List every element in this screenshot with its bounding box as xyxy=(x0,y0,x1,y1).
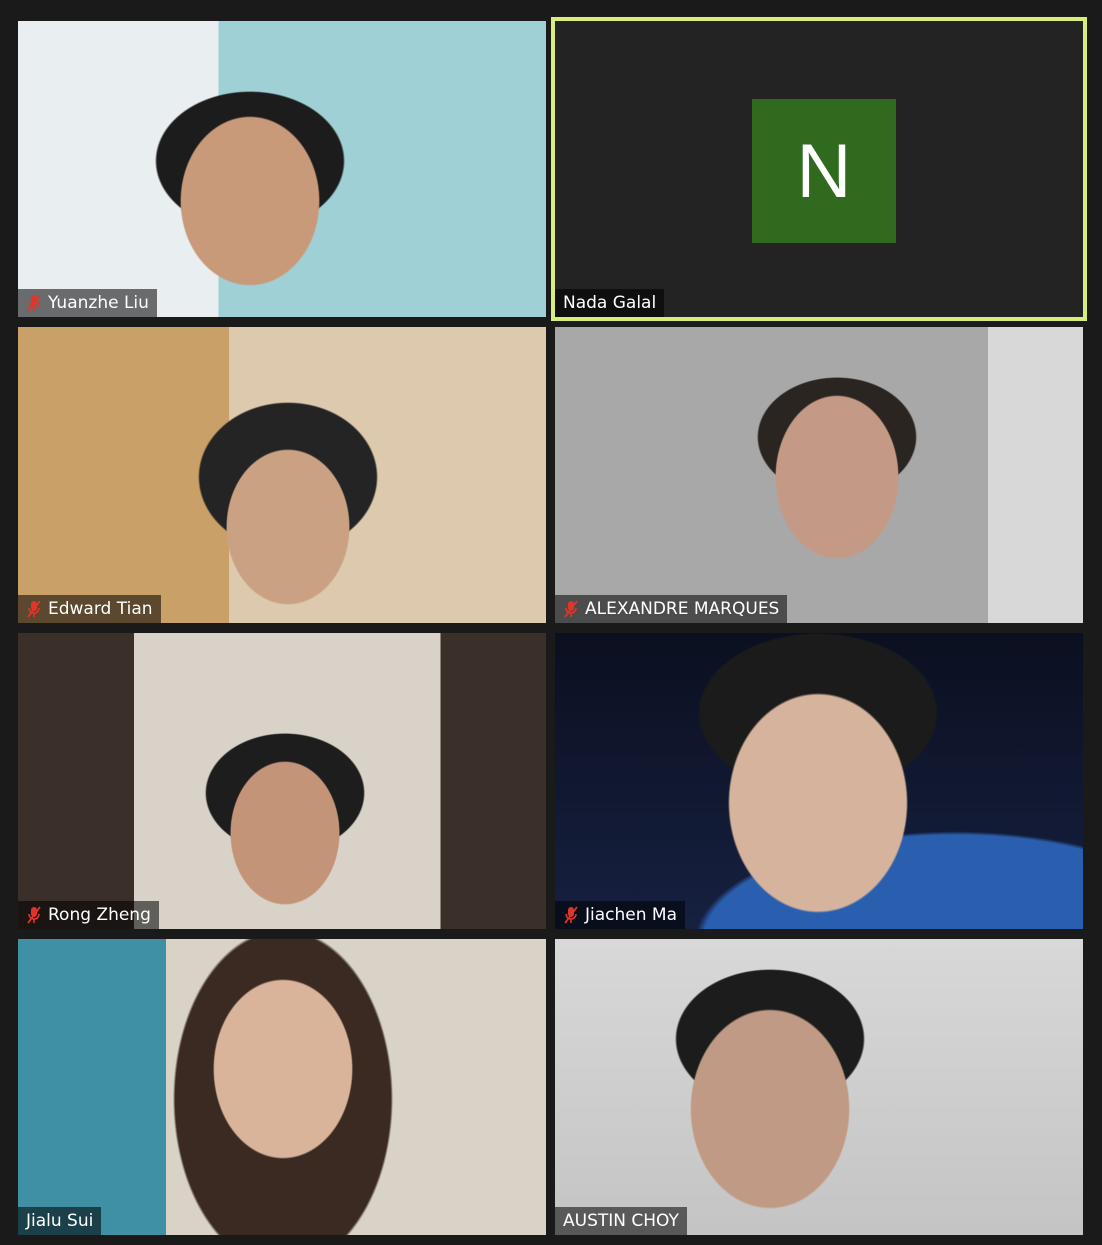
mic-muted-icon xyxy=(27,906,41,924)
participant-video xyxy=(18,327,546,623)
participant-name: Nada Galal xyxy=(563,293,657,313)
participant-tile-edward-tian[interactable]: Edward Tian xyxy=(18,327,546,623)
participant-name: Jialu Sui xyxy=(26,1211,94,1231)
participant-video xyxy=(555,633,1083,929)
mic-muted-icon xyxy=(564,600,578,618)
participant-video xyxy=(18,633,546,929)
mic-muted-icon xyxy=(564,906,578,924)
participant-tile-nada-galal[interactable]: N Nada Galal xyxy=(551,17,1087,321)
participant-tile-yuanzhe-liu[interactable]: Yuanzhe Liu xyxy=(18,21,546,317)
participant-name: Rong Zheng xyxy=(48,905,151,925)
participant-name-tag: AUSTIN CHOY xyxy=(555,1207,687,1235)
participant-name-tag: Nada Galal xyxy=(555,289,665,317)
mic-muted-icon xyxy=(27,600,41,618)
mic-muted-icon xyxy=(27,294,41,312)
participant-name-tag: ALEXANDRE MARQUES xyxy=(555,595,788,623)
participant-tile-rong-zheng[interactable]: Rong Zheng xyxy=(18,633,546,929)
participant-tile-alexandre-marques[interactable]: ALEXANDRE MARQUES xyxy=(555,327,1083,623)
participant-tile-jialu-sui[interactable]: Jialu Sui xyxy=(18,939,546,1235)
participant-name: Jiachen Ma xyxy=(585,905,677,925)
participant-name: Edward Tian xyxy=(48,599,153,619)
participant-name: ALEXANDRE MARQUES xyxy=(585,599,780,619)
avatar: N xyxy=(752,99,896,243)
participant-tile-austin-choy[interactable]: AUSTIN CHOY xyxy=(555,939,1083,1235)
participant-name: Yuanzhe Liu xyxy=(48,293,149,313)
participant-name-tag: Yuanzhe Liu xyxy=(18,289,157,317)
participant-tile-jiachen-ma[interactable]: Jiachen Ma xyxy=(555,633,1083,929)
participant-video xyxy=(18,21,546,317)
gallery-view: Yuanzhe Liu N Nada Galal Edward Tian ALE… xyxy=(0,0,1102,1245)
participant-name-tag: Jiachen Ma xyxy=(555,901,685,929)
participant-video xyxy=(555,327,1083,623)
participant-name-tag: Edward Tian xyxy=(18,595,161,623)
participant-video xyxy=(555,939,1083,1235)
participant-name: AUSTIN CHOY xyxy=(563,1211,679,1231)
participant-name-tag: Jialu Sui xyxy=(18,1207,102,1235)
participant-video xyxy=(18,939,546,1235)
participant-name-tag: Rong Zheng xyxy=(18,901,159,929)
